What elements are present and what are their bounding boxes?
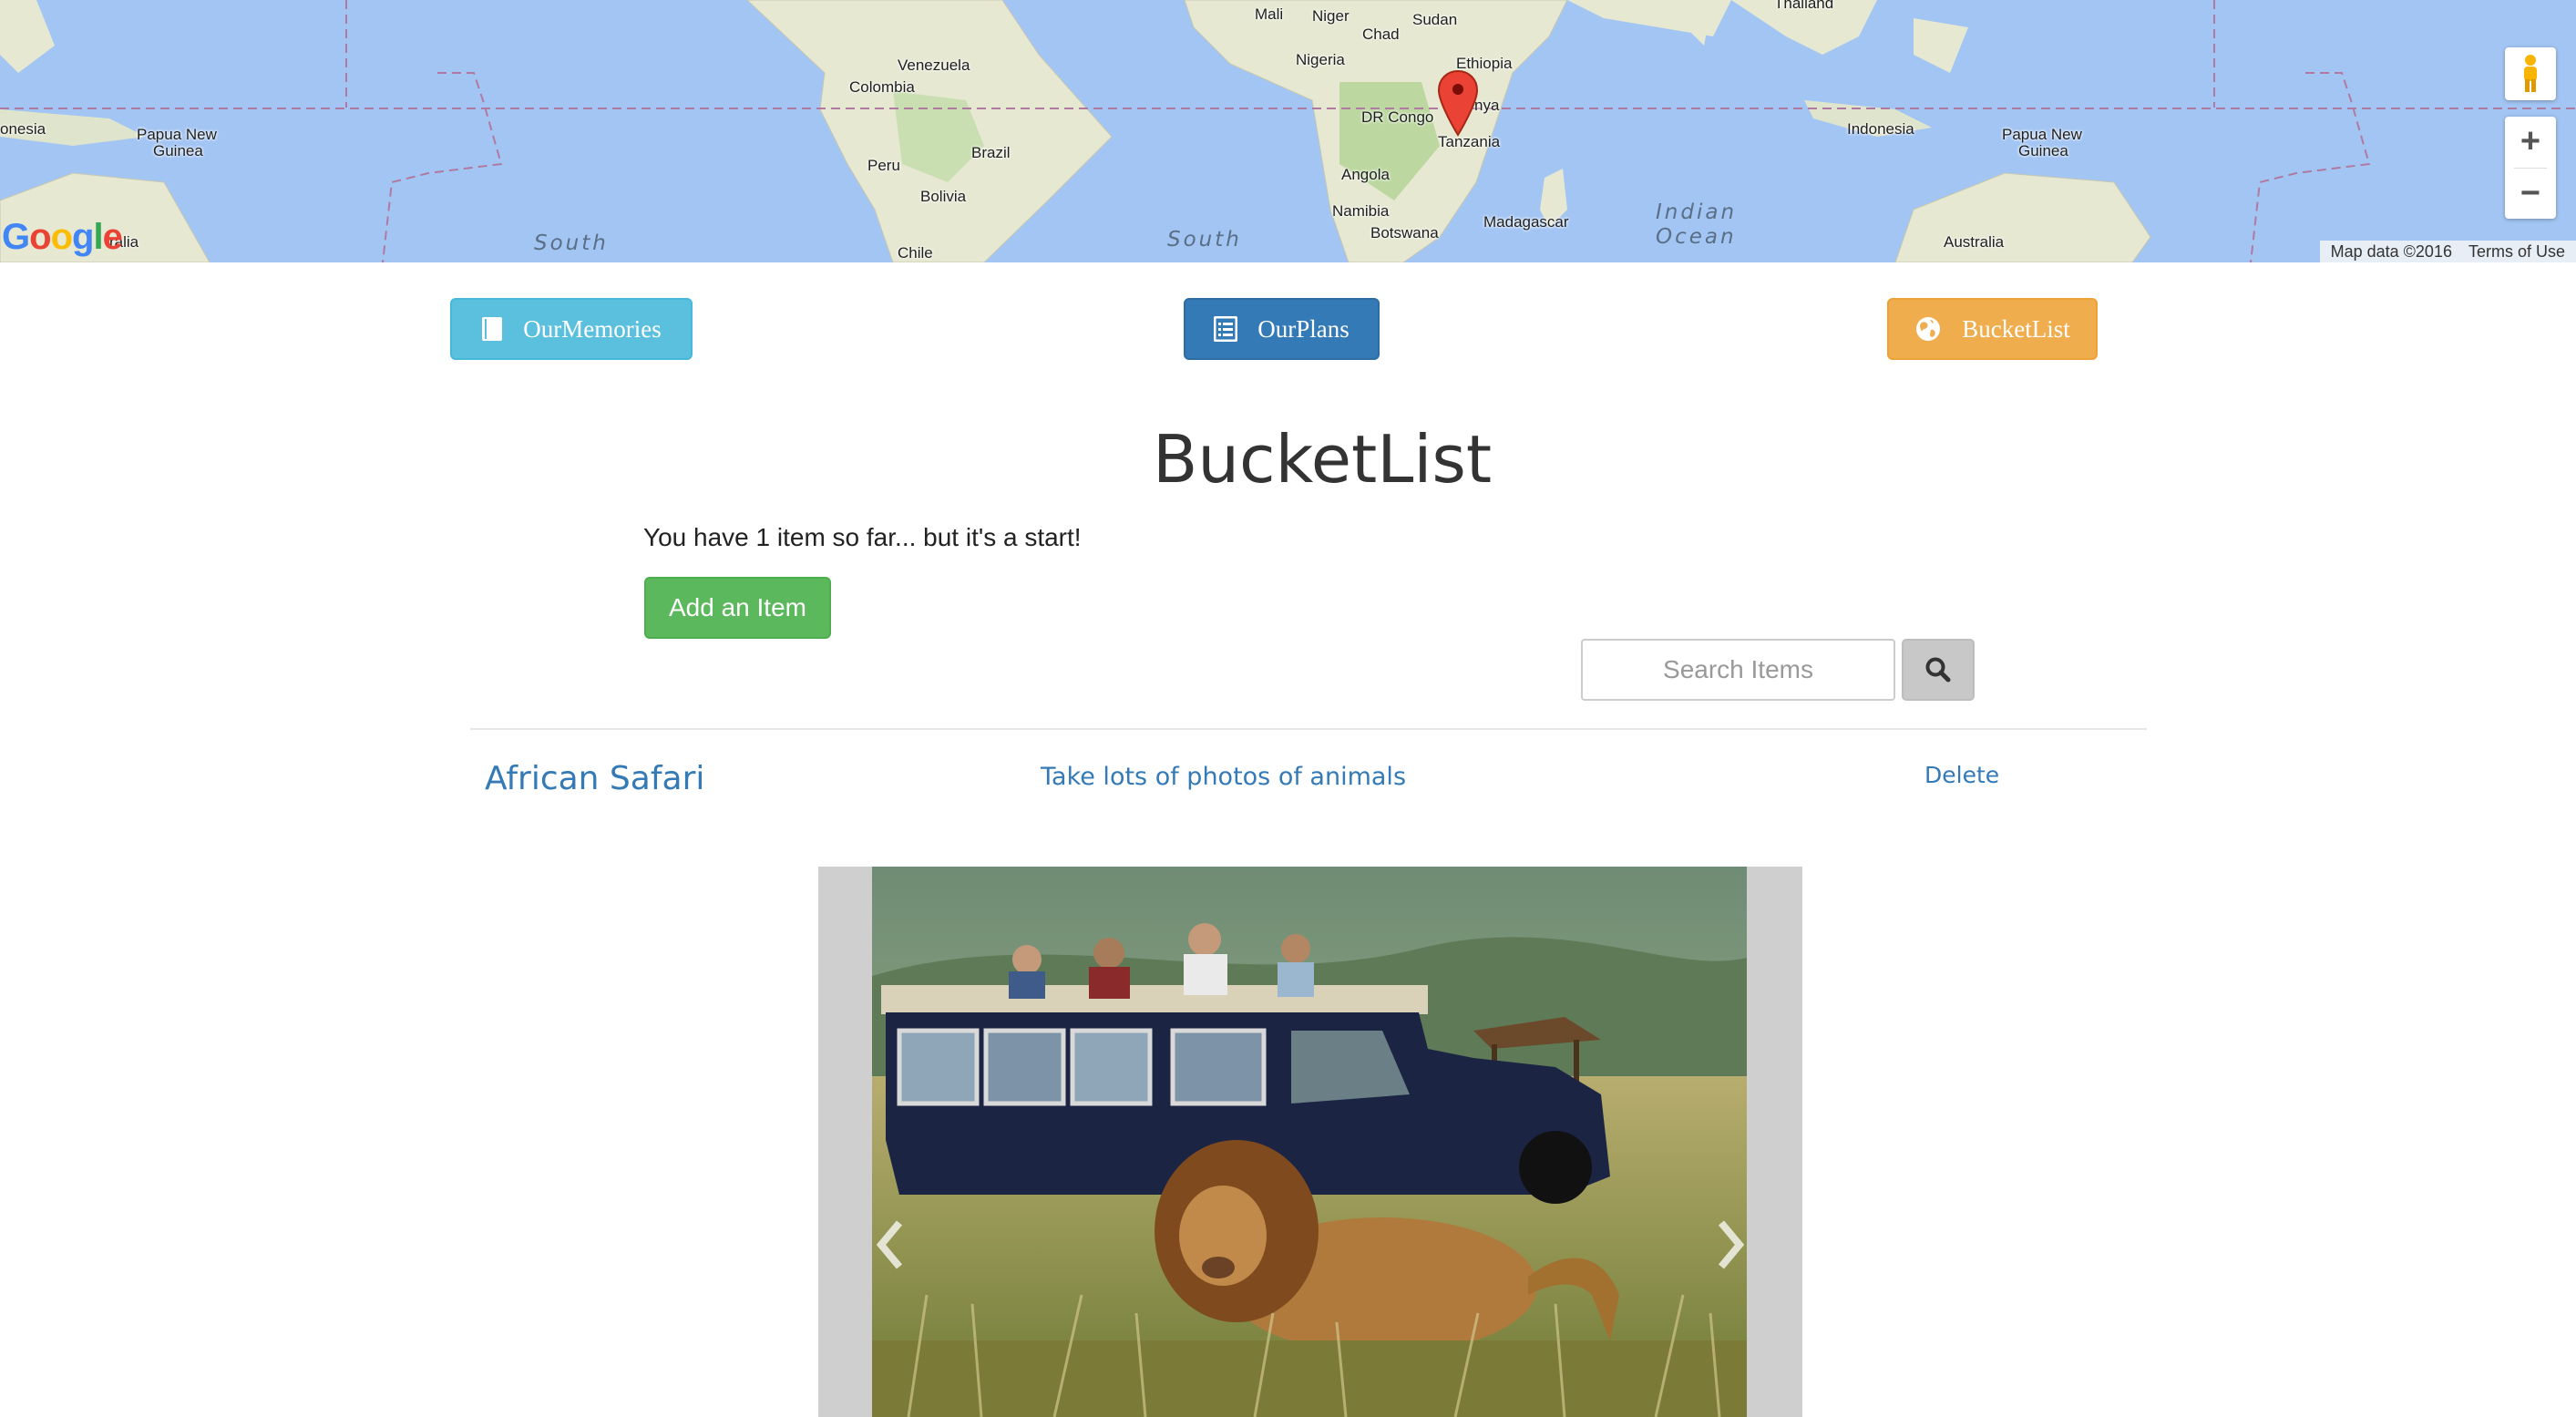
bucket-list-button[interactable]: BucketList	[1887, 298, 2098, 360]
map-label-brazil: Brazil	[971, 144, 1011, 161]
map-label-madagascar: Madagascar	[1483, 213, 1569, 231]
ocean-label-ocean: Ocean	[1656, 225, 1737, 249]
carousel-prev-button[interactable]	[862, 1204, 917, 1286]
ocean-label-south-mid: South	[1167, 228, 1242, 252]
page-title-text: BucketList	[1153, 421, 1493, 498]
map-label-botswana: Botswana	[1370, 224, 1439, 241]
zoom-in-button[interactable]: +	[2505, 117, 2556, 168]
map-label-peru: Peru	[867, 157, 900, 174]
book-icon	[482, 317, 503, 341]
our-memories-label: OurMemories	[523, 314, 662, 343]
our-memories-button[interactable]: OurMemories	[450, 298, 693, 360]
map-marker-icon[interactable]	[1437, 69, 1479, 139]
bucket-list-label: BucketList	[1962, 314, 2070, 343]
search-button[interactable]	[1902, 639, 1975, 701]
map-credit-bar: Map data ©2016 Terms of Use	[2319, 241, 2576, 262]
google-logo: Google	[2, 217, 123, 257]
map-label-chad: Chad	[1362, 26, 1400, 43]
safari-photo	[872, 867, 1747, 1417]
world-map[interactable]: Mali Niger Chad Sudan Thailand Venezuela…	[0, 0, 2576, 262]
chevron-right-icon	[1718, 1220, 1745, 1269]
map-label-colombia: Colombia	[849, 78, 915, 96]
map-label-png-right-1: Papua New	[2002, 126, 2082, 143]
globe-icon	[1916, 317, 1941, 341]
add-item-button[interactable]: Add an Item	[644, 577, 831, 639]
map-label-sudan: Sudan	[1412, 11, 1458, 28]
map-label-namibia: Namibia	[1332, 202, 1390, 220]
ocean-label-indian: Indian	[1656, 200, 1738, 224]
map-label-australia: Australia	[1944, 233, 2005, 251]
delete-item-link[interactable]: Delete	[1924, 762, 1999, 788]
chevron-left-icon	[876, 1220, 903, 1269]
map-label-png-left-2: Guinea	[153, 142, 203, 159]
street-view-pegman-icon[interactable]	[2505, 47, 2556, 100]
map-label-angola: Angola	[1341, 166, 1390, 183]
map-label-chile: Chile	[898, 244, 933, 262]
terms-of-use-link[interactable]: Terms of Use	[2468, 241, 2565, 262]
map-label-indonesia: Indonesia	[1847, 120, 1914, 138]
our-plans-button[interactable]: OurPlans	[1184, 298, 1380, 360]
our-plans-label: OurPlans	[1257, 314, 1350, 343]
map-label-png-left-1: Papua New	[137, 126, 217, 143]
list-divider	[470, 728, 2147, 730]
map-label-venezuela: Venezuela	[898, 56, 970, 74]
map-label-dr-congo: DR Congo	[1361, 108, 1434, 126]
zoom-control: + −	[2505, 117, 2556, 219]
item-count-text: You have 1 item so far... but it's a sta…	[643, 523, 1082, 551]
map-terrain	[0, 0, 2576, 262]
zoom-out-button[interactable]: −	[2505, 168, 2556, 219]
item-title-link[interactable]: African Safari	[485, 760, 704, 797]
photo-carousel[interactable]	[818, 867, 1802, 1417]
map-label-indonesia-left: onesia	[0, 120, 46, 138]
search-icon	[1925, 657, 1951, 683]
map-label-mali: Mali	[1255, 5, 1284, 23]
ocean-label-south-left: South	[534, 231, 609, 255]
map-label-png-right-2: Guinea	[2018, 142, 2068, 159]
carousel-next-button[interactable]	[1704, 1204, 1759, 1286]
map-data-credit: Map data ©2016	[2330, 242, 2452, 261]
item-description-link[interactable]: Take lots of photos of animals	[1041, 763, 1406, 791]
map-label-bolivia: Bolivia	[920, 188, 967, 205]
search-items-input[interactable]	[1581, 639, 1895, 701]
page-title: BucketList	[1153, 421, 1492, 498]
map-label-niger: Niger	[1312, 7, 1350, 25]
map-label-thailand: Thailand	[1774, 0, 1834, 12]
list-icon	[1214, 316, 1238, 342]
map-label-nigeria: Nigeria	[1296, 51, 1345, 68]
